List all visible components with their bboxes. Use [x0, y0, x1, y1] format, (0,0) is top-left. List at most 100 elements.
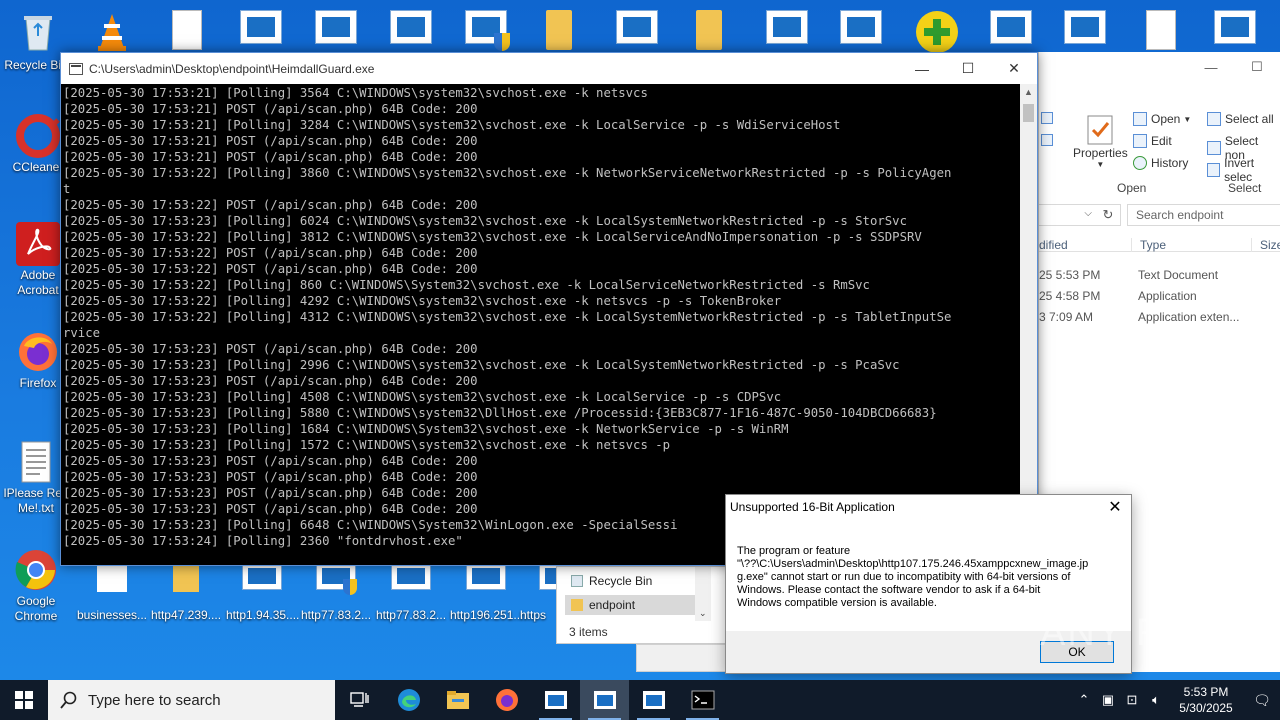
- taskbar-console[interactable]: [678, 680, 727, 720]
- properties-button[interactable]: Properties ▼: [1073, 114, 1128, 169]
- scroll-up-icon[interactable]: ▲: [1020, 84, 1037, 101]
- history-icon: [1133, 156, 1147, 170]
- console-line: [2025-05-30 17:53:21] POST (/api/scan.ph…: [63, 134, 478, 148]
- app-window-icon: [389, 562, 433, 606]
- open-button[interactable]: Open ▼: [1133, 112, 1191, 126]
- file-row-type[interactable]: Text Document: [1138, 268, 1218, 282]
- edit-icon: [1133, 134, 1147, 148]
- app-window-icon[interactable]: [390, 10, 434, 52]
- console-line: [2025-05-30 17:53:22] [Polling] 4292 C:\…: [63, 294, 782, 308]
- ribbon-small-icon[interactable]: [1041, 112, 1057, 124]
- notification-icon[interactable]: 🗨︎: [1244, 692, 1280, 709]
- console-line: [2025-05-30 17:53:22] [Polling] 3860 C:\…: [63, 166, 952, 180]
- taskbar-app-window[interactable]: [531, 680, 580, 720]
- console-line: [2025-05-30 17:53:23] POST (/api/scan.ph…: [63, 470, 478, 484]
- taskbar-file-explorer[interactable]: [433, 680, 482, 720]
- app-window-icon[interactable]: [616, 10, 660, 52]
- document-icon: [90, 562, 134, 606]
- desktop-icon-file[interactable]: https: [510, 562, 556, 623]
- console-titlebar[interactable]: C:\Users\admin\Desktop\endpoint\Heimdall…: [61, 53, 1037, 84]
- document-icon[interactable]: [172, 10, 216, 52]
- app-window-icon[interactable]: [240, 10, 284, 52]
- clock-date: 5/30/2025: [1179, 701, 1233, 715]
- close-icon[interactable]: ✕: [1099, 495, 1131, 521]
- edit-button[interactable]: Edit: [1133, 134, 1172, 148]
- file-row-type[interactable]: Application: [1138, 289, 1197, 303]
- taskbar-app-window[interactable]: [629, 680, 678, 720]
- desktop-icon-label: http77.83.2...: [300, 608, 372, 622]
- file-row-modified[interactable]: 25 5:53 PM: [1039, 268, 1100, 282]
- recycle-bin-icon[interactable]: [16, 10, 60, 52]
- chrome-icon: [14, 548, 58, 592]
- taskbar-edge[interactable]: [384, 680, 433, 720]
- maximize-icon[interactable]: ☐: [1234, 59, 1280, 75]
- taskbar-app-window-active[interactable]: [580, 680, 629, 720]
- console-line: [2025-05-30 17:53:23] POST (/api/scan.ph…: [63, 454, 478, 468]
- taskbar-search[interactable]: Type here to search: [48, 680, 335, 720]
- column-type[interactable]: Type: [1131, 238, 1166, 252]
- minimize-icon: —: [915, 60, 929, 77]
- minimize-icon[interactable]: —: [1188, 60, 1234, 75]
- app-shield-icon[interactable]: [465, 10, 510, 52]
- search-input[interactable]: Search endpoint: [1127, 204, 1280, 226]
- invert-selection-button[interactable]: Invert selec: [1207, 156, 1280, 184]
- start-button[interactable]: [0, 680, 48, 720]
- close-button[interactable]: ✕: [991, 53, 1037, 84]
- volume-icon[interactable]: 🔈︎: [1144, 692, 1168, 708]
- dialog-message: The program or feature "\??\C:\Users\adm…: [737, 545, 1089, 609]
- chevron-up-icon[interactable]: ⌃: [1072, 692, 1096, 708]
- desktop-icon-label: http1.94.35....: [226, 608, 300, 622]
- desktop-icon-file[interactable]: http47.239....: [150, 562, 222, 623]
- select-all-button[interactable]: Select all: [1207, 112, 1274, 126]
- console-line: [2025-05-30 17:53:21] [Polling] 3284 C:\…: [63, 118, 841, 132]
- app-window-icon[interactable]: [315, 10, 359, 52]
- refresh-icon[interactable]: ↻: [1097, 204, 1119, 226]
- desktop-icon-label: Google Chrome: [14, 594, 58, 623]
- console-output[interactable]: [2025-05-30 17:53:21] [Polling] 3564 C:\…: [61, 84, 1020, 565]
- file-row-type[interactable]: Application exten...: [1138, 310, 1239, 324]
- desktop-icon-file[interactable]: http77.83.2...: [300, 562, 372, 623]
- folder-icon[interactable]: [546, 10, 590, 52]
- nav-item-endpoint[interactable]: endpoint: [565, 595, 695, 615]
- app-window-icon[interactable]: [990, 10, 1034, 52]
- column-date-modified[interactable]: dified: [1039, 238, 1068, 252]
- console-scrollbar[interactable]: ▲: [1020, 84, 1037, 565]
- app-window-icon[interactable]: [766, 10, 810, 52]
- taskbar-firefox[interactable]: [482, 680, 531, 720]
- task-view-button[interactable]: [335, 680, 384, 720]
- network-adapter-icon[interactable]: ▣: [1096, 692, 1120, 708]
- nav-item-recycle-bin[interactable]: Recycle Bin: [565, 571, 695, 591]
- console-line: [2025-05-30 17:53:22] [Polling] 3812 C:\…: [63, 230, 922, 244]
- plus-app-icon[interactable]: [914, 10, 958, 53]
- nav-scrollbar[interactable]: ⌄: [695, 567, 711, 621]
- desktop-icon-label: Adobe Acrobat: [17, 268, 59, 297]
- minimize-button[interactable]: —: [899, 53, 945, 84]
- network-icon[interactable]: ⊡: [1120, 692, 1144, 708]
- app-window-icon[interactable]: [1064, 10, 1108, 52]
- desktop-icon-file[interactable]: http1.94.35....: [226, 562, 300, 623]
- console-line: [2025-05-30 17:53:22] [Polling] 4312 C:\…: [63, 310, 952, 324]
- maximize-button[interactable]: ☐: [945, 53, 991, 84]
- desktop-icon-file[interactable]: businesses...: [76, 562, 148, 623]
- app-window-icon: [544, 691, 567, 709]
- console-line: t: [63, 182, 71, 196]
- group-label-select: Select: [1228, 181, 1262, 195]
- ribbon-small-icon[interactable]: [1041, 134, 1057, 146]
- clock[interactable]: 5:53 PM 5/30/2025: [1168, 684, 1244, 716]
- folder-icon[interactable]: [696, 10, 740, 52]
- group-label-open: Open: [1117, 181, 1147, 195]
- file-row-modified[interactable]: 3 7:09 AM: [1039, 310, 1093, 324]
- scroll-thumb[interactable]: [1023, 104, 1034, 122]
- file-row-modified[interactable]: 25 4:58 PM: [1039, 289, 1100, 303]
- vlc-icon[interactable]: [90, 10, 134, 52]
- app-window-icon[interactable]: [1214, 10, 1258, 52]
- desktop-icon-file[interactable]: http77.83.2...: [375, 562, 447, 623]
- console-window[interactable]: C:\Users\admin\Desktop\endpoint\Heimdall…: [60, 52, 1038, 566]
- console-line: [2025-05-30 17:53:21] POST (/api/scan.ph…: [63, 150, 478, 164]
- app-window-icon[interactable]: [840, 10, 884, 52]
- column-size[interactable]: Size: [1251, 238, 1280, 252]
- folder-icon: [446, 691, 469, 709]
- history-button[interactable]: History: [1133, 156, 1188, 170]
- desktop-icon-label: IPlease Rea Me!.txt: [3, 486, 69, 515]
- document-icon[interactable]: [1146, 10, 1190, 52]
